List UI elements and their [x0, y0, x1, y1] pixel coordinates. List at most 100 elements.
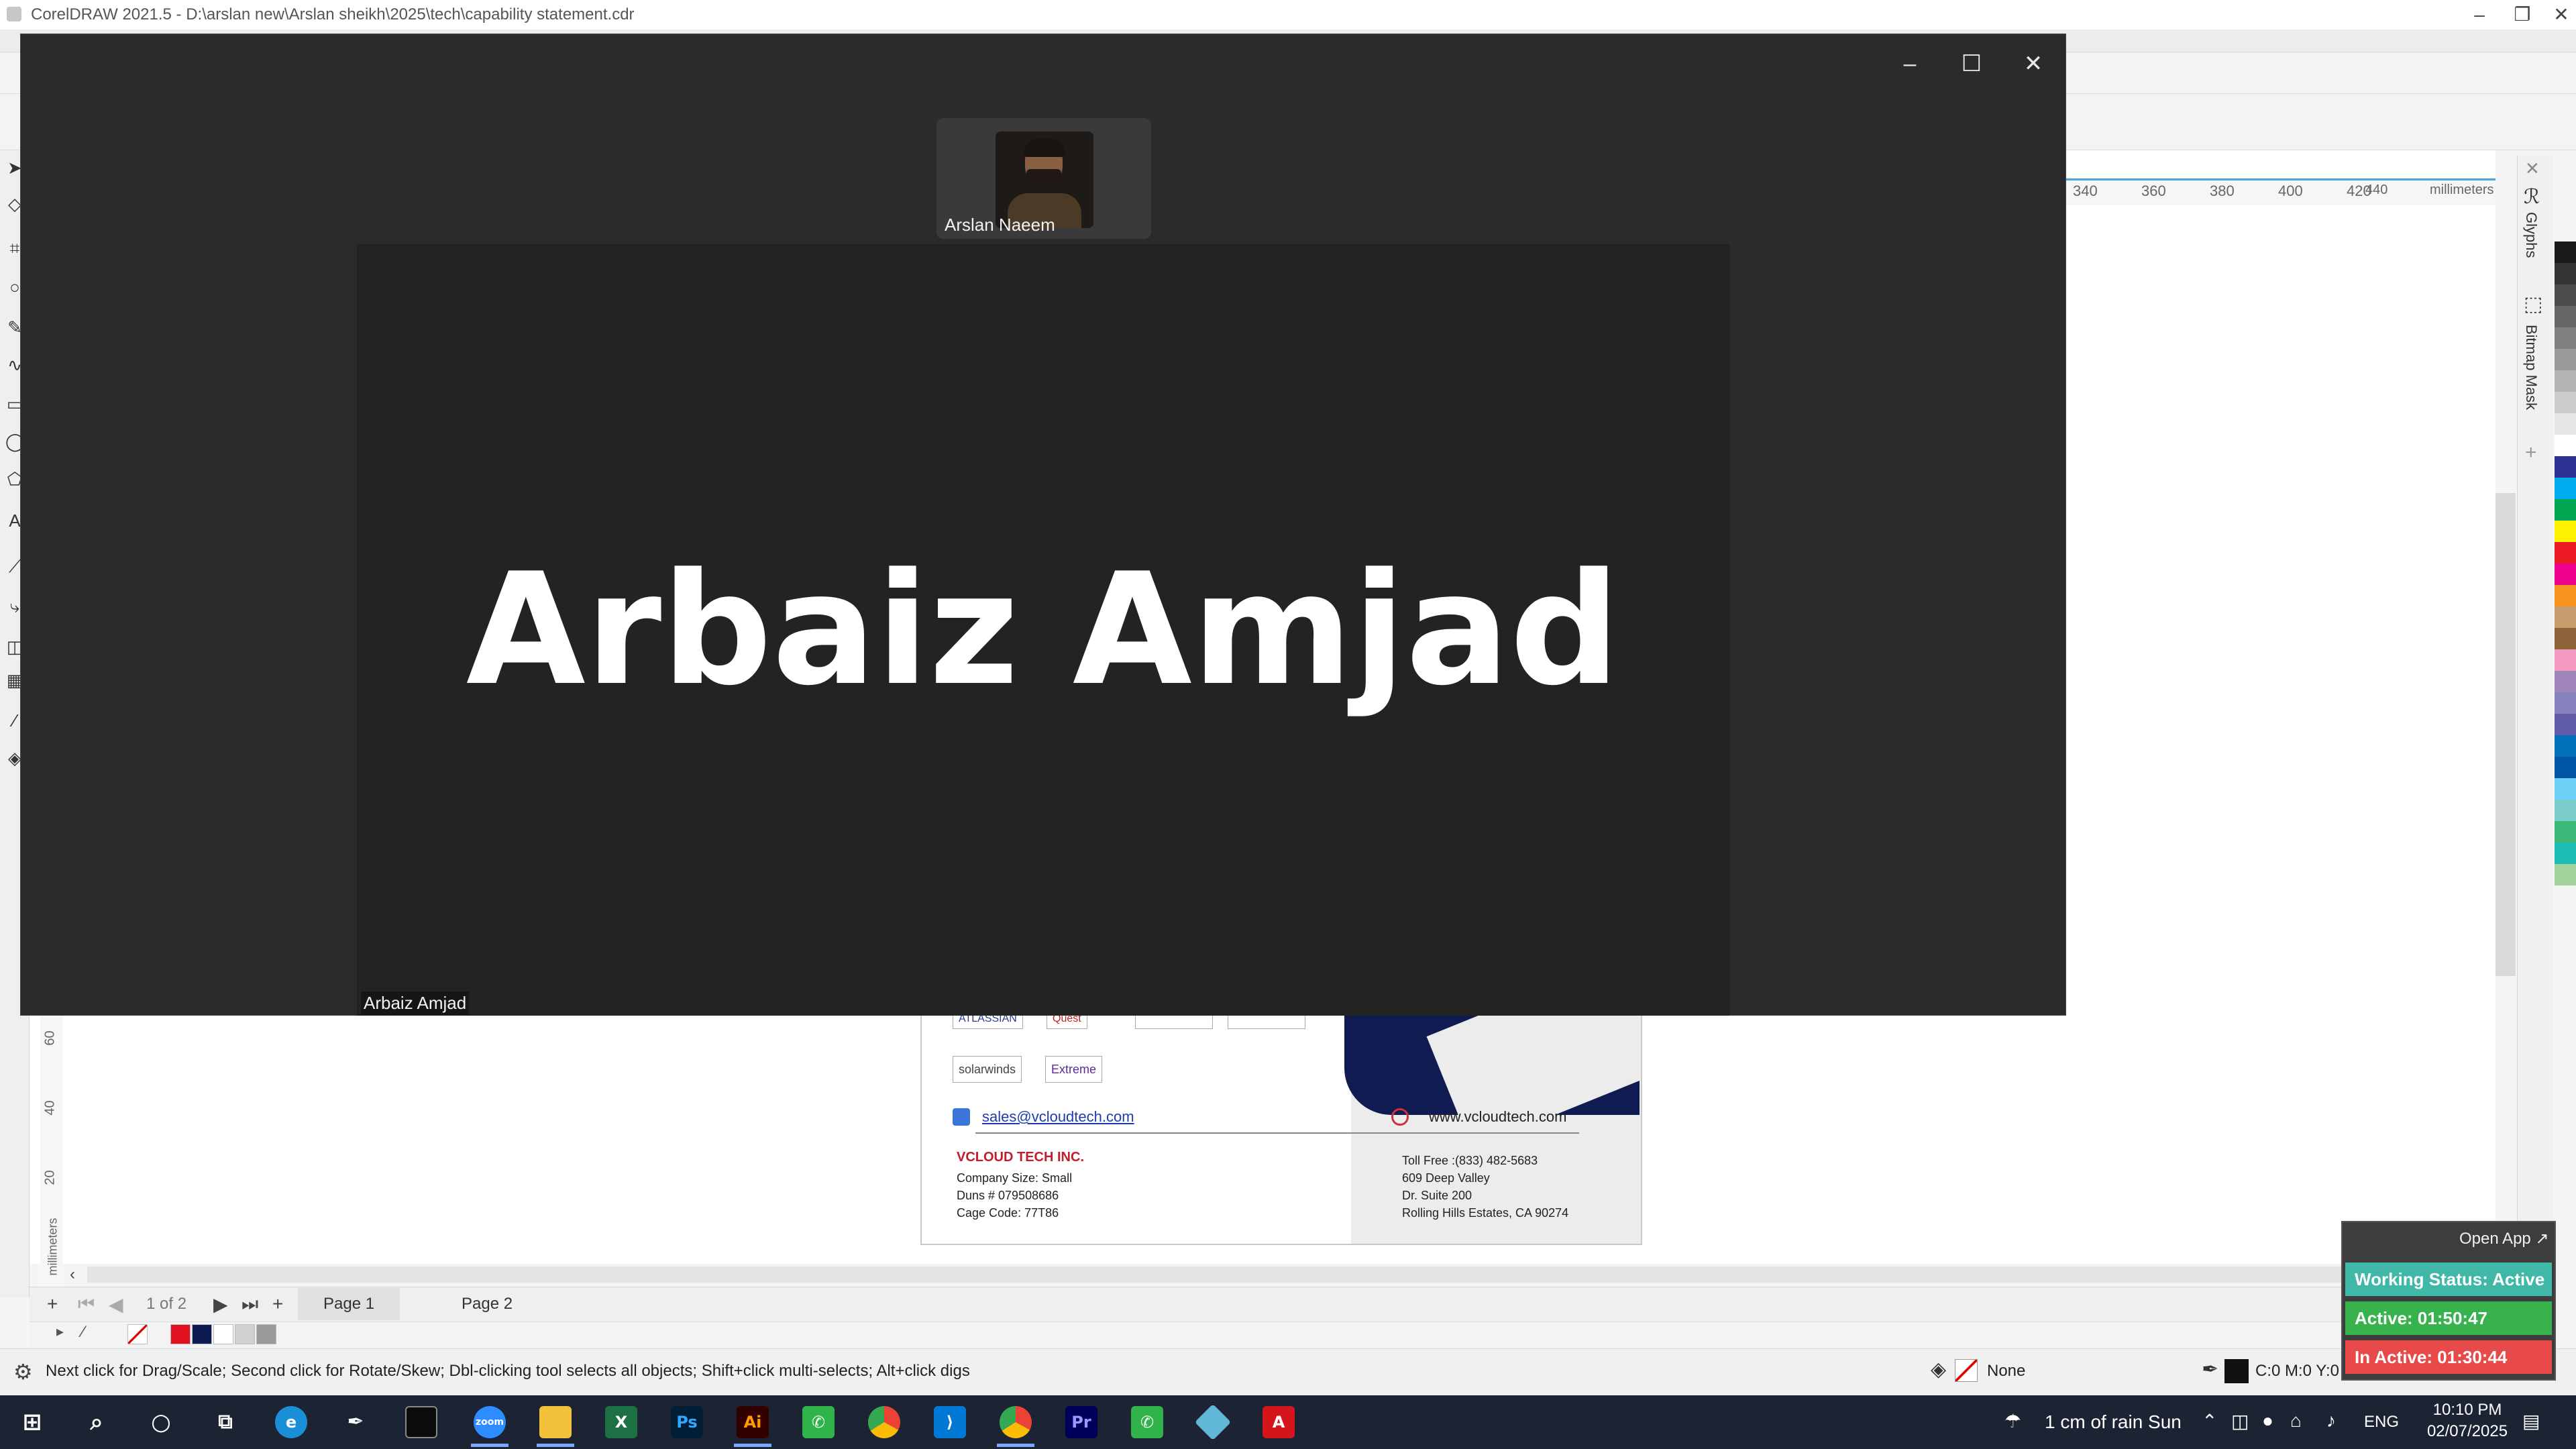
task-view-icon[interactable]: ⧉	[209, 1406, 241, 1438]
app-green2-icon[interactable]: ✆	[1131, 1406, 1163, 1438]
palette-swatch[interactable]	[2555, 413, 2576, 435]
acrobat-icon[interactable]: A	[1263, 1406, 1295, 1438]
tray-overflow-icon[interactable]: ⌃	[2202, 1410, 2217, 1432]
edge-icon[interactable]: e	[275, 1406, 307, 1438]
palette-swatch[interactable]	[2555, 649, 2576, 671]
zoom-maximize-icon[interactable]: ☐	[1948, 47, 1995, 80]
palette-swatch[interactable]	[2555, 521, 2576, 542]
gear-icon[interactable]: ⚙	[13, 1359, 33, 1385]
palette-swatch[interactable]	[2555, 800, 2576, 821]
scroll-left-icon[interactable]: ‹	[70, 1265, 75, 1284]
outline-color-swatch[interactable]	[2224, 1359, 2249, 1383]
illustrator-icon[interactable]: Ai	[737, 1406, 769, 1438]
notifications-icon[interactable]: ▤	[2522, 1410, 2540, 1432]
cortana-icon[interactable]: ○	[145, 1406, 177, 1438]
palette-swatch[interactable]	[2555, 714, 2576, 735]
fill-none-swatch[interactable]	[1955, 1359, 1978, 1382]
palette-swatch[interactable]	[2555, 284, 2576, 306]
zoom-close-icon[interactable]: ✕	[2010, 47, 2057, 80]
vscode-icon[interactable]: ⟩	[934, 1406, 966, 1438]
card-contact: Dr. Suite 200	[1402, 1189, 1472, 1202]
horizontal-scrollbar[interactable]	[87, 1267, 2496, 1283]
palette-swatch[interactable]	[2555, 735, 2576, 757]
color-swatch[interactable]	[192, 1324, 212, 1344]
palette-swatch[interactable]	[2555, 499, 2576, 521]
add-page-after-icon[interactable]: +	[272, 1293, 283, 1315]
card-email: sales@vcloudtech.com	[982, 1108, 1134, 1125]
language-indicator[interactable]: ENG	[2364, 1413, 2399, 1432]
network-icon[interactable]: ⌂	[2290, 1410, 2302, 1432]
palette-swatch[interactable]	[2555, 327, 2576, 349]
file-explorer-icon[interactable]	[539, 1406, 572, 1438]
palette-swatch[interactable]	[2555, 435, 2576, 456]
color-swatch[interactable]	[235, 1324, 255, 1344]
add-page-icon[interactable]: +	[47, 1293, 58, 1315]
last-page-icon[interactable]: ⏭	[241, 1293, 258, 1316]
no-color-swatch[interactable]	[127, 1324, 148, 1344]
restore-icon[interactable]: ❐	[2501, 1, 2544, 28]
tab-page-1[interactable]: Page 1	[298, 1288, 400, 1320]
palette-swatch[interactable]	[2555, 606, 2576, 628]
palette-swatch[interactable]	[2555, 392, 2576, 413]
close-icon[interactable]: ✕	[2540, 1, 2576, 28]
palette-swatch[interactable]	[2555, 757, 2576, 778]
palette-swatch[interactable]	[2555, 843, 2576, 864]
pen-icon[interactable]: ✒	[339, 1406, 372, 1438]
premiere-icon[interactable]: Pr	[1065, 1406, 1097, 1438]
docker-tab-glyphs[interactable]: Glyphs	[2522, 212, 2540, 258]
chrome-icon[interactable]	[868, 1406, 900, 1438]
palette-expand-icon[interactable]: ▸	[56, 1323, 64, 1340]
palette-swatch[interactable]	[2555, 478, 2576, 499]
color-swatch[interactable]	[170, 1324, 191, 1344]
zoom-icon[interactable]: zoom	[474, 1406, 506, 1438]
palette-swatch[interactable]	[2555, 456, 2576, 478]
vertical-scrollbar[interactable]	[2496, 493, 2516, 976]
palette-swatch[interactable]	[2555, 370, 2576, 392]
palette-swatch[interactable]	[2555, 864, 2576, 885]
color-swatch[interactable]	[213, 1324, 233, 1344]
participant-avatar	[996, 131, 1093, 228]
clock-date[interactable]: 02/07/2025	[2420, 1422, 2514, 1441]
card-website: www.vcloudtech.com	[1429, 1108, 1567, 1125]
first-page-icon[interactable]: ⏮	[78, 1293, 95, 1316]
photoshop-icon[interactable]: Ps	[671, 1406, 703, 1438]
app-green-icon[interactable]: ✆	[802, 1406, 835, 1438]
palette-swatch[interactable]	[2555, 306, 2576, 327]
minimize-icon[interactable]: –	[2458, 1, 2501, 28]
open-app-link[interactable]: Open App ↗	[2459, 1229, 2549, 1248]
palette-swatch[interactable]	[2555, 671, 2576, 692]
search-icon[interactable]: ⌕	[80, 1406, 113, 1438]
card-contact: Rolling Hills Estates, CA 90274	[1402, 1206, 1569, 1220]
tab-page-2[interactable]: Page 2	[436, 1288, 538, 1320]
zoom-minimize-icon[interactable]: –	[1886, 47, 1933, 80]
palette-swatch[interactable]	[2555, 821, 2576, 843]
volume-icon[interactable]: ♪	[2326, 1410, 2336, 1432]
weather-icon[interactable]: ☂	[2004, 1410, 2021, 1432]
palette-swatch[interactable]	[2555, 628, 2576, 649]
palette-swatch[interactable]	[2555, 585, 2576, 606]
palette-swatch[interactable]	[2555, 542, 2576, 564]
palette-swatch[interactable]	[2555, 778, 2576, 800]
meet-now-icon[interactable]: ◫	[2231, 1410, 2249, 1432]
weather-text[interactable]: 1 cm of rain Sun	[2045, 1411, 2182, 1433]
chrome-profile-icon[interactable]	[1000, 1406, 1032, 1438]
palette-swatch[interactable]	[2555, 349, 2576, 370]
terminal-icon[interactable]	[405, 1406, 437, 1438]
document-page[interactable]: ATLASSIAN Quest solarwinds Extreme sales…	[920, 1006, 1642, 1245]
next-page-icon[interactable]: ▶	[213, 1293, 228, 1316]
eyedropper-icon[interactable]: ⁄	[82, 1323, 85, 1342]
add-docker-icon[interactable]: +	[2525, 441, 2537, 464]
palette-swatch[interactable]	[2555, 692, 2576, 714]
excel-icon[interactable]: X	[605, 1406, 637, 1438]
clock-time[interactable]: 10:10 PM	[2420, 1401, 2514, 1419]
docker-tab-bitmap-mask[interactable]: Bitmap Mask	[2522, 325, 2540, 410]
palette-swatch[interactable]	[2555, 564, 2576, 585]
palette-swatch[interactable]	[2555, 263, 2576, 284]
previous-page-icon[interactable]: ◀	[109, 1293, 123, 1316]
microphone-icon[interactable]: ●	[2262, 1410, 2273, 1432]
start-icon[interactable]: ⊞	[16, 1406, 48, 1438]
docker-close-icon[interactable]: ✕	[2525, 158, 2540, 179]
color-swatch[interactable]	[256, 1324, 276, 1344]
palette-swatch[interactable]	[2555, 241, 2576, 263]
active-time: Active: 01:50:47	[2345, 1301, 2552, 1335]
